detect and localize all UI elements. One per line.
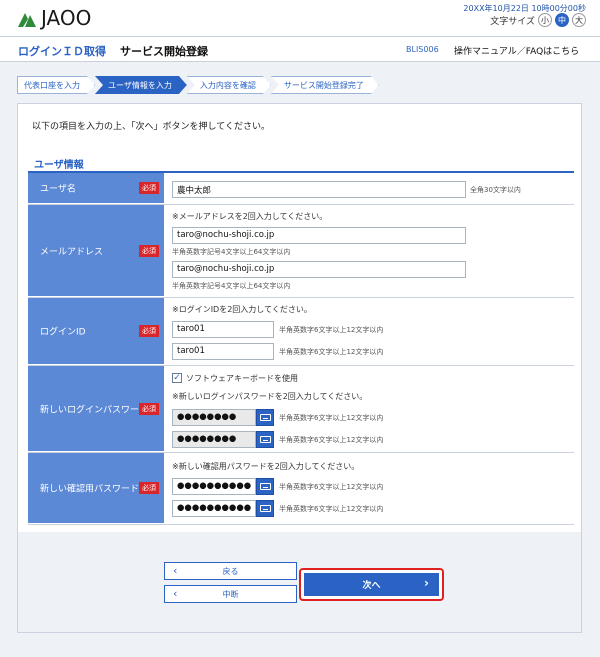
required-badge: 必須	[139, 482, 159, 494]
login-id-input-2[interactable]: taro01	[172, 343, 274, 360]
keyboard-icon[interactable]	[256, 431, 274, 448]
step-4: サービス開始登録完了	[271, 76, 379, 94]
content-cell: 農中太郎 全角30文字以内	[164, 173, 574, 204]
login-password-hint-2: 半角英数字6文字以上12文字以内	[279, 436, 384, 444]
back-button[interactable]: ‹ 戻る	[164, 562, 297, 580]
confirm-password-note: ※新しい確認用パスワードを2回入力してください。	[172, 462, 360, 471]
logo: JAOO	[16, 7, 91, 29]
email-note: ※メールアドレスを2回入力してください。	[172, 212, 328, 221]
step-2: ユーザ情報を入力	[95, 76, 187, 94]
required-badge: 必須	[139, 325, 159, 337]
next-button-highlight: 次へ ›	[299, 568, 444, 601]
required-badge: 必須	[139, 402, 159, 415]
keyboard-icon[interactable]	[256, 409, 274, 426]
cancel-button[interactable]: ‹ 中断	[164, 585, 297, 603]
label-cell: 新しいログインパスワード 必須	[28, 366, 164, 452]
content-cell: ※メールアドレスを2回入力してください。 taro@nochu-shoji.co…	[164, 205, 574, 297]
confirm-password-hint-1: 半角英数字6文字以上12文字以内	[279, 483, 384, 491]
email-hint-1: 半角英数字記号4文字以上64文字以内	[172, 248, 291, 256]
label-cell: メールアドレス 必須	[28, 205, 164, 297]
row-username: ユーザ名 必須 農中太郎 全角30文字以内	[28, 173, 574, 205]
row-email: メールアドレス 必須 ※メールアドレスを2回入力してください。 taro@noc…	[28, 205, 574, 298]
keyboard-icon[interactable]	[256, 478, 274, 495]
sub-navigation: ログインＩＤ取得 サービス開始登録 BLIS006 操作マニュアル／FAQはこち…	[0, 36, 600, 62]
confirm-password-hint-2: 半角英数字6文字以上12文字以内	[279, 505, 384, 513]
logo-text: JAOO	[41, 6, 92, 30]
chevron-left-icon: ‹	[173, 587, 178, 600]
confirm-password-label: 新しい確認用パスワード	[40, 484, 140, 495]
login-id-note: ※ログインIDを2回入力してください。	[172, 305, 312, 314]
required-badge: 必須	[139, 182, 159, 194]
confirm-password-input-1[interactable]: ●●●●●●●●●●	[172, 478, 256, 495]
email-hint-2: 半角英数字記号4文字以上64文字以内	[172, 282, 291, 290]
username-hint: 全角30文字以内	[470, 186, 521, 194]
font-size-small-button[interactable]: 小	[538, 13, 552, 27]
logo-mark-icon	[18, 13, 36, 27]
row-login-id: ログインID 必須 ※ログインIDを2回入力してください。 taro01 半角英…	[28, 298, 574, 366]
app-header: JAOO 20XX年10月22日 10時00分00秒 文字サイズ 小 中 大	[0, 0, 600, 36]
screen-code: BLIS006	[406, 45, 439, 54]
step-3: 入力内容を確認	[187, 76, 271, 94]
confirm-password-input-2[interactable]: ●●●●●●●●●●	[172, 500, 256, 517]
manual-link[interactable]: 操作マニュアル／FAQはこちら	[454, 44, 579, 57]
nav-login-id[interactable]: ログインＩＤ取得	[18, 43, 106, 59]
login-password-input-2[interactable]: ●●●●●●●●	[172, 431, 256, 448]
font-size-large-button[interactable]: 大	[572, 13, 586, 27]
login-password-hint-1: 半角英数字6文字以上12文字以内	[279, 414, 384, 422]
next-button[interactable]: 次へ ›	[304, 573, 439, 596]
login-password-label: 新しいログインパスワード	[40, 405, 149, 415]
section-title: ユーザ情報	[34, 160, 84, 171]
chevron-right-icon: ›	[424, 576, 429, 590]
label-cell: ユーザ名 必須	[28, 173, 164, 204]
main-panel: 以下の項目を入力の上、「次へ」ボタンを押してください。 ユーザ情報 ユーザ名 必…	[17, 103, 582, 633]
email-label: メールアドレス	[40, 247, 104, 257]
row-login-password: 新しいログインパスワード 必須 ✓ ソフトウェアキーボードを使用 ※新しいログイ…	[28, 366, 574, 453]
font-size-medium-button[interactable]: 中	[555, 13, 569, 27]
login-password-note: ※新しいログインパスワードを2回入力してください。	[172, 392, 368, 401]
login-id-label: ログインID	[40, 327, 86, 338]
next-button-label: 次へ	[362, 581, 381, 591]
step-1: 代表口座を入力	[17, 76, 95, 94]
back-button-label: 戻る	[222, 566, 239, 576]
username-input[interactable]: 農中太郎	[172, 181, 466, 198]
label-cell: 新しい確認用パスワード 必須	[28, 453, 164, 524]
email-input-1[interactable]: taro@nochu-shoji.co.jp	[172, 227, 466, 244]
content-cell: ※ログインIDを2回入力してください。 taro01 半角英数字6文字以上12文…	[164, 298, 574, 365]
login-password-input-1[interactable]: ●●●●●●●●	[172, 409, 256, 426]
email-input-2[interactable]: taro@nochu-shoji.co.jp	[172, 261, 466, 278]
chevron-left-icon: ‹	[173, 564, 178, 577]
login-id-hint-1: 半角英数字6文字以上12文字以内	[279, 326, 384, 334]
nav-service-registration: サービス開始登録	[120, 45, 208, 58]
login-id-hint-2: 半角英数字6文字以上12文字以内	[279, 348, 384, 356]
progress-steps: 代表口座を入力 ユーザ情報を入力 入力内容を確認 サービス開始登録完了	[17, 76, 379, 94]
content-cell: ✓ ソフトウェアキーボードを使用 ※新しいログインパスワードを2回入力してくださ…	[164, 366, 574, 452]
keyboard-icon[interactable]	[256, 500, 274, 517]
font-size-label: 文字サイズ	[490, 16, 535, 27]
login-id-input-1[interactable]: taro01	[172, 321, 274, 338]
software-keyboard-checkbox[interactable]: ✓	[172, 373, 182, 383]
label-cell: ログインID 必須	[28, 298, 164, 365]
font-size-selector: 文字サイズ 小 中 大	[490, 13, 586, 27]
required-badge: 必須	[139, 244, 159, 257]
software-keyboard-label: ソフトウェアキーボードを使用	[186, 374, 298, 383]
row-confirm-password: 新しい確認用パスワード 必須 ※新しい確認用パスワードを2回入力してください。 …	[28, 453, 574, 525]
cancel-button-label: 中断	[222, 589, 239, 599]
username-label: ユーザ名	[40, 184, 76, 195]
instruction-text: 以下の項目を入力の上、「次へ」ボタンを押してください。	[32, 122, 270, 132]
content-cell: ※新しい確認用パスワードを2回入力してください。 ●●●●●●●●●● 半角英数…	[164, 453, 574, 524]
